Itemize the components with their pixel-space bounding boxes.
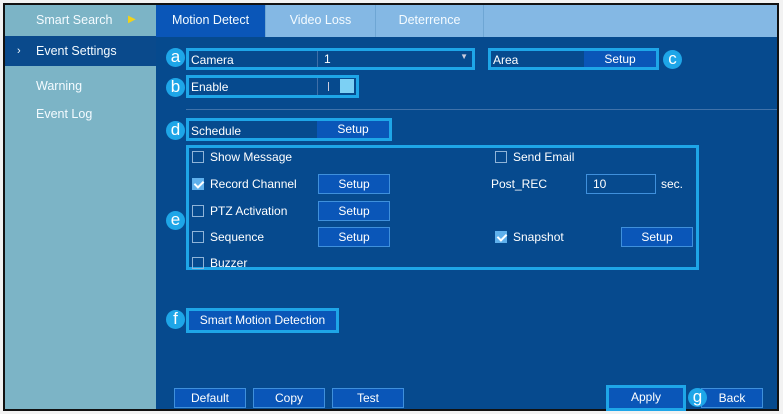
camera-select-value: 1 <box>324 52 331 66</box>
send-email-checkbox[interactable] <box>495 151 507 163</box>
snapshot-label: Snapshot <box>513 230 564 244</box>
buzzer-checkbox[interactable] <box>192 257 204 269</box>
ptz-activation-label: PTZ Activation <box>210 204 288 218</box>
camera-label: Camera <box>191 53 234 67</box>
record-channel-setup-button[interactable]: Setup <box>318 174 390 194</box>
camera-row: Camera 1 ▼ <box>186 48 475 70</box>
record-channel-checkbox[interactable] <box>192 178 204 190</box>
smart-motion-detection-button[interactable]: Smart Motion Detection <box>189 311 336 330</box>
schedule-label: Schedule <box>191 124 242 138</box>
dvr-settings-window: Smart Search ▶ › Event Settings Warning Ev… <box>3 3 779 411</box>
sidebar-item-event-settings[interactable]: › Event Settings <box>5 36 156 66</box>
sequence-setup-button[interactable]: Setup <box>318 227 390 247</box>
snapshot-checkbox[interactable] <box>495 231 507 243</box>
ptz-setup-button[interactable]: Setup <box>318 201 390 221</box>
tab-video-loss[interactable]: Video Loss <box>266 5 376 37</box>
area-setup-button[interactable]: Setup <box>584 51 656 67</box>
sidebar: Smart Search ▶ › Event Settings Warning Ev… <box>5 5 156 409</box>
tab-motion-detect[interactable]: Motion Detect <box>156 5 266 37</box>
enable-row: Enable <box>186 75 359 98</box>
smart-motion-highlight: Smart Motion Detection <box>186 308 339 333</box>
show-message-checkbox[interactable] <box>192 151 204 163</box>
chevron-down-icon: ▼ <box>460 52 468 61</box>
sidebar-item-label: Smart Search <box>36 13 113 27</box>
default-button[interactable]: Default <box>174 388 246 408</box>
snapshot-setup-button[interactable]: Setup <box>621 227 693 247</box>
post-rec-input[interactable]: 10 <box>586 174 656 194</box>
camera-select[interactable]: 1 ▼ <box>317 51 472 67</box>
sidebar-item-warning[interactable]: Warning <box>5 71 156 101</box>
sidebar-item-label: Event Settings <box>36 44 117 58</box>
sequence-label: Sequence <box>210 230 265 244</box>
test-button[interactable]: Test <box>332 388 404 408</box>
sidebar-item-smart-search[interactable]: Smart Search ▶ <box>5 5 156 35</box>
chevron-right-icon: › <box>17 45 21 57</box>
callout-badge-c: c <box>663 50 682 69</box>
sidebar-item-label: Warning <box>36 79 83 93</box>
area-label: Area <box>493 53 519 67</box>
apply-button[interactable]: Apply <box>609 388 683 408</box>
ptz-activation-checkbox[interactable] <box>192 205 204 217</box>
record-channel-label: Record Channel <box>210 177 297 191</box>
callout-badge-f: f <box>166 310 185 329</box>
tab-deterrence[interactable]: Deterrence <box>376 5 484 37</box>
toggle-track-mark <box>328 82 329 91</box>
divider <box>186 109 777 110</box>
sidebar-item-event-log[interactable]: Event Log <box>5 99 156 129</box>
callout-badge-d: d <box>166 121 185 140</box>
arrow-right-icon: ▶ <box>128 14 136 25</box>
callout-badge-e: e <box>166 211 185 230</box>
area-row: Area Setup <box>488 48 659 70</box>
schedule-setup-button[interactable]: Setup <box>317 121 389 138</box>
enable-toggle[interactable] <box>317 78 355 95</box>
callout-badge-g: g <box>688 388 707 407</box>
enable-label: Enable <box>191 80 229 94</box>
send-email-label: Send Email <box>513 150 575 164</box>
callout-badge-b: b <box>166 78 185 97</box>
buzzer-label: Buzzer <box>210 256 248 270</box>
copy-button[interactable]: Copy <box>253 388 325 408</box>
post-rec-label: Post_REC <box>491 177 548 191</box>
toggle-knob <box>340 79 354 93</box>
sequence-checkbox[interactable] <box>192 231 204 243</box>
show-message-label: Show Message <box>210 150 293 164</box>
back-button[interactable]: Back <box>701 388 763 408</box>
schedule-row: Schedule Setup <box>186 118 392 141</box>
post-rec-unit: sec. <box>661 177 684 191</box>
sidebar-item-label: Event Log <box>36 107 93 121</box>
callout-badge-a: a <box>166 48 185 67</box>
